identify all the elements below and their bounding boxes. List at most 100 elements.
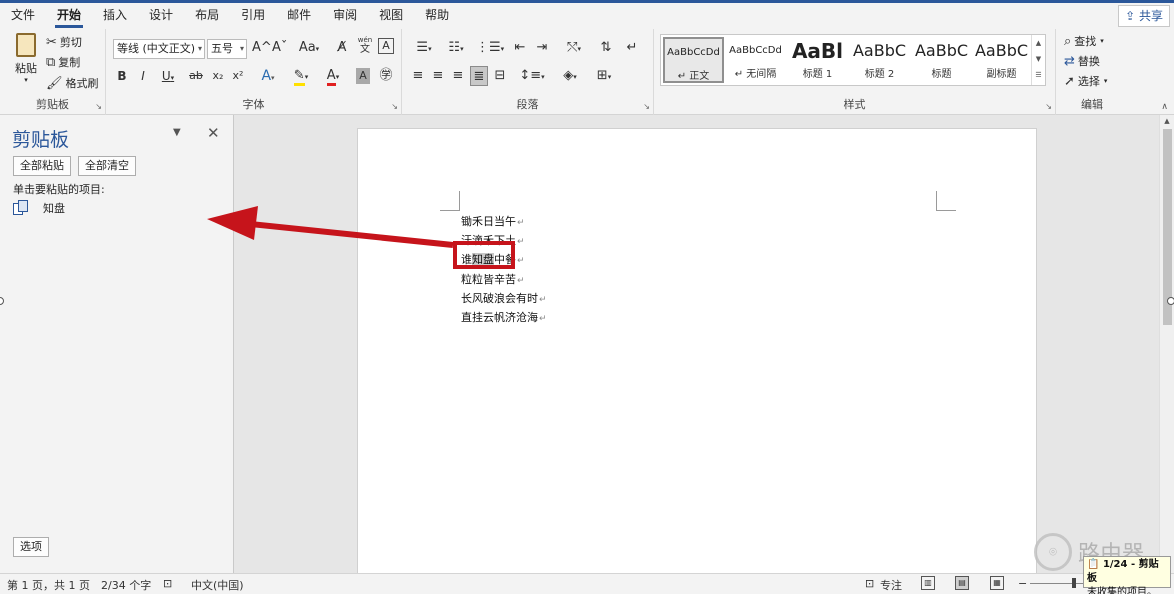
phonetic-guide-button[interactable]: wén 文 <box>357 35 373 55</box>
style-normal[interactable]: AaBbCcDd ↵ 正文 <box>663 37 724 83</box>
line-spacing-button[interactable]: ↕≡▾ <box>518 66 546 86</box>
borders-button[interactable]: ⊞▾ <box>590 66 618 86</box>
language-indicator[interactable]: 中文(中国) <box>191 577 244 593</box>
scroll-up-icon[interactable]: ▲ <box>1160 117 1174 125</box>
tab-mailings[interactable]: 邮件 <box>276 3 322 29</box>
increase-indent-icon[interactable]: ⇥ <box>534 38 550 58</box>
clear-all-button[interactable]: 全部清空 <box>78 156 136 176</box>
underline-button[interactable]: U▾ <box>156 66 180 86</box>
style-title[interactable]: AaBbC 标题 <box>911 37 972 83</box>
pane-options-chevron-icon[interactable]: ▼ <box>173 127 181 138</box>
format-painter-label: 格式刷 <box>65 77 99 90</box>
replace-button[interactable]: ⇄ 替换 <box>1064 53 1100 69</box>
tab-layout[interactable]: 布局 <box>184 3 230 29</box>
strikethrough-button[interactable]: ab <box>186 66 206 86</box>
shading-button[interactable]: ◈▾ <box>556 66 584 86</box>
tab-home[interactable]: 开始 <box>46 3 92 29</box>
cut-button[interactable]: ✂ 剪切 <box>46 34 82 50</box>
vertical-scrollbar[interactable]: ▲ ▼ <box>1159 115 1174 573</box>
tab-view[interactable]: 视图 <box>368 3 414 29</box>
select-button[interactable]: ➚ 选择 ▾ <box>1064 73 1107 89</box>
style-heading-1[interactable]: AaBl 标题 1 <box>787 37 848 83</box>
scrollbar-thumb[interactable] <box>1163 129 1172 325</box>
bullets-button[interactable]: ☰▾ <box>410 38 438 58</box>
change-case-button[interactable]: Aa▾ <box>296 38 322 58</box>
align-center-icon[interactable]: ≡ <box>430 66 446 86</box>
numbering-button[interactable]: ☷▾ <box>442 38 470 58</box>
find-button[interactable]: ⌕ 查找 ▾ <box>1064 33 1104 49</box>
collapse-ribbon-icon[interactable]: ∧ <box>1161 102 1168 112</box>
focus-icon[interactable]: ⊡ <box>865 577 874 590</box>
tab-help[interactable]: 帮助 <box>414 3 460 29</box>
style-name: 标题 <box>931 69 952 80</box>
sort-icon[interactable]: ⇅ <box>598 38 614 58</box>
dialog-launcher-icon[interactable]: ↘ <box>643 102 650 111</box>
document-text[interactable]: 锄禾日当午↵ 汗滴禾下土↵ 谁知盘中餐↵ 粒粒皆辛苦↵ 长风破浪会有时↵ 直挂云… <box>461 213 547 328</box>
subscript-button[interactable]: x₂ <box>211 66 225 86</box>
document-page[interactable]: 锄禾日当午↵ 汗滴禾下土↵ 谁知盘中餐↵ 粒粒皆辛苦↵ 长风破浪会有时↵ 直挂云… <box>357 128 1037 573</box>
font-name-combo[interactable]: 等线 (中文正文) ▾ <box>113 39 205 59</box>
text-line: 长风破浪会有时↵ <box>461 290 547 309</box>
web-layout-icon[interactable]: ▦ <box>990 576 1004 590</box>
clipboard-item[interactable]: 知盘 <box>13 200 65 216</box>
align-right-icon[interactable]: ≡ <box>450 66 466 86</box>
style-subtitle[interactable]: AaBbC 副标题 <box>971 37 1032 83</box>
text-effects-icon: A <box>261 68 272 84</box>
decrease-indent-icon[interactable]: ⇤ <box>512 38 528 58</box>
asian-layout-button[interactable]: ⤲▾ <box>560 38 588 58</box>
share-button[interactable]: ⇪ 共享 <box>1118 5 1170 27</box>
tab-references[interactable]: 引用 <box>230 3 276 29</box>
grow-font-button[interactable]: A^ <box>252 38 272 58</box>
clear-format-icon[interactable]: A̸ <box>334 38 350 58</box>
font-size-combo[interactable]: 五号 ▾ <box>207 39 247 59</box>
char-shading-icon[interactable]: A <box>356 68 370 84</box>
text-effects-button[interactable]: A▾ <box>256 66 280 86</box>
numbered-list-icon: ☷ <box>448 40 461 55</box>
paste-all-button[interactable]: 全部粘贴 <box>13 156 71 176</box>
enclose-char-icon[interactable]: ㊫ <box>378 66 394 86</box>
shrink-font-button[interactable]: Aˇ <box>272 38 287 58</box>
chevron-up-icon[interactable]: ▲ <box>1032 35 1045 51</box>
dialog-launcher-icon[interactable]: ↘ <box>1045 102 1052 111</box>
multilevel-list-button[interactable]: ⋮☰▾ <box>476 38 504 58</box>
dialog-launcher-icon[interactable]: ↘ <box>95 102 102 111</box>
page-count[interactable]: 第 1 页，共 1 页 <box>7 577 90 593</box>
superscript-button[interactable]: x² <box>231 66 245 86</box>
bullet-list-icon: ☰ <box>416 40 429 55</box>
distributed-icon[interactable]: ⊟ <box>492 66 508 86</box>
paste-button[interactable]: 粘贴 ▾ <box>12 33 40 84</box>
focus-mode-button[interactable]: 专注 <box>880 577 902 593</box>
style-name: ↵ 正文 <box>677 71 710 82</box>
zoom-slider-knob[interactable] <box>1072 578 1076 588</box>
font-color-button[interactable]: A▾ <box>320 66 346 86</box>
show-marks-icon[interactable]: ↵ <box>624 38 640 58</box>
tab-review[interactable]: 审阅 <box>322 3 368 29</box>
tab-design[interactable]: 设计 <box>138 3 184 29</box>
zoom-out-icon[interactable]: − <box>1018 577 1027 590</box>
chevron-down-icon[interactable]: ▼ <box>1032 51 1045 67</box>
italic-button[interactable]: I <box>136 66 150 86</box>
options-button[interactable]: 选项 <box>13 537 49 557</box>
word-count[interactable]: 2/34 个字 <box>101 577 151 593</box>
align-left-icon[interactable]: ≡ <box>410 66 426 86</box>
copy-button[interactable]: ⧉ 复制 <box>46 54 80 70</box>
read-mode-icon[interactable]: ▥ <box>921 576 935 590</box>
print-layout-icon[interactable]: ▤ <box>955 576 969 590</box>
tab-file[interactable]: 文件 <box>0 3 46 29</box>
resize-handle-right[interactable] <box>1167 297 1174 305</box>
justify-icon[interactable]: ≣ <box>470 66 488 86</box>
style-no-spacing[interactable]: AaBbCcDd ↵ 无间隔 <box>725 37 786 83</box>
chevron-down-icon: ▾ <box>500 45 505 53</box>
style-heading-2[interactable]: AaBbC 标题 2 <box>849 37 910 83</box>
highlight-button[interactable]: ✎▾ <box>288 66 314 86</box>
clipboard-toast[interactable]: 📋 1/24 - 剪贴板 未收集的项目。 <box>1083 556 1171 594</box>
tab-insert[interactable]: 插入 <box>92 3 138 29</box>
close-icon[interactable]: ✕ <box>207 124 220 142</box>
style-gallery-scroll[interactable]: ▲ ▼ ☰ <box>1031 35 1045 85</box>
char-border-icon[interactable]: A <box>378 38 394 54</box>
format-painter-button[interactable]: 🖌 格式刷 <box>46 75 99 91</box>
bold-button[interactable]: B <box>115 66 129 86</box>
more-icon[interactable]: ☰ <box>1032 67 1045 83</box>
dialog-launcher-icon[interactable]: ↘ <box>391 102 398 111</box>
proofing-icon[interactable]: ⊡ <box>163 577 172 590</box>
